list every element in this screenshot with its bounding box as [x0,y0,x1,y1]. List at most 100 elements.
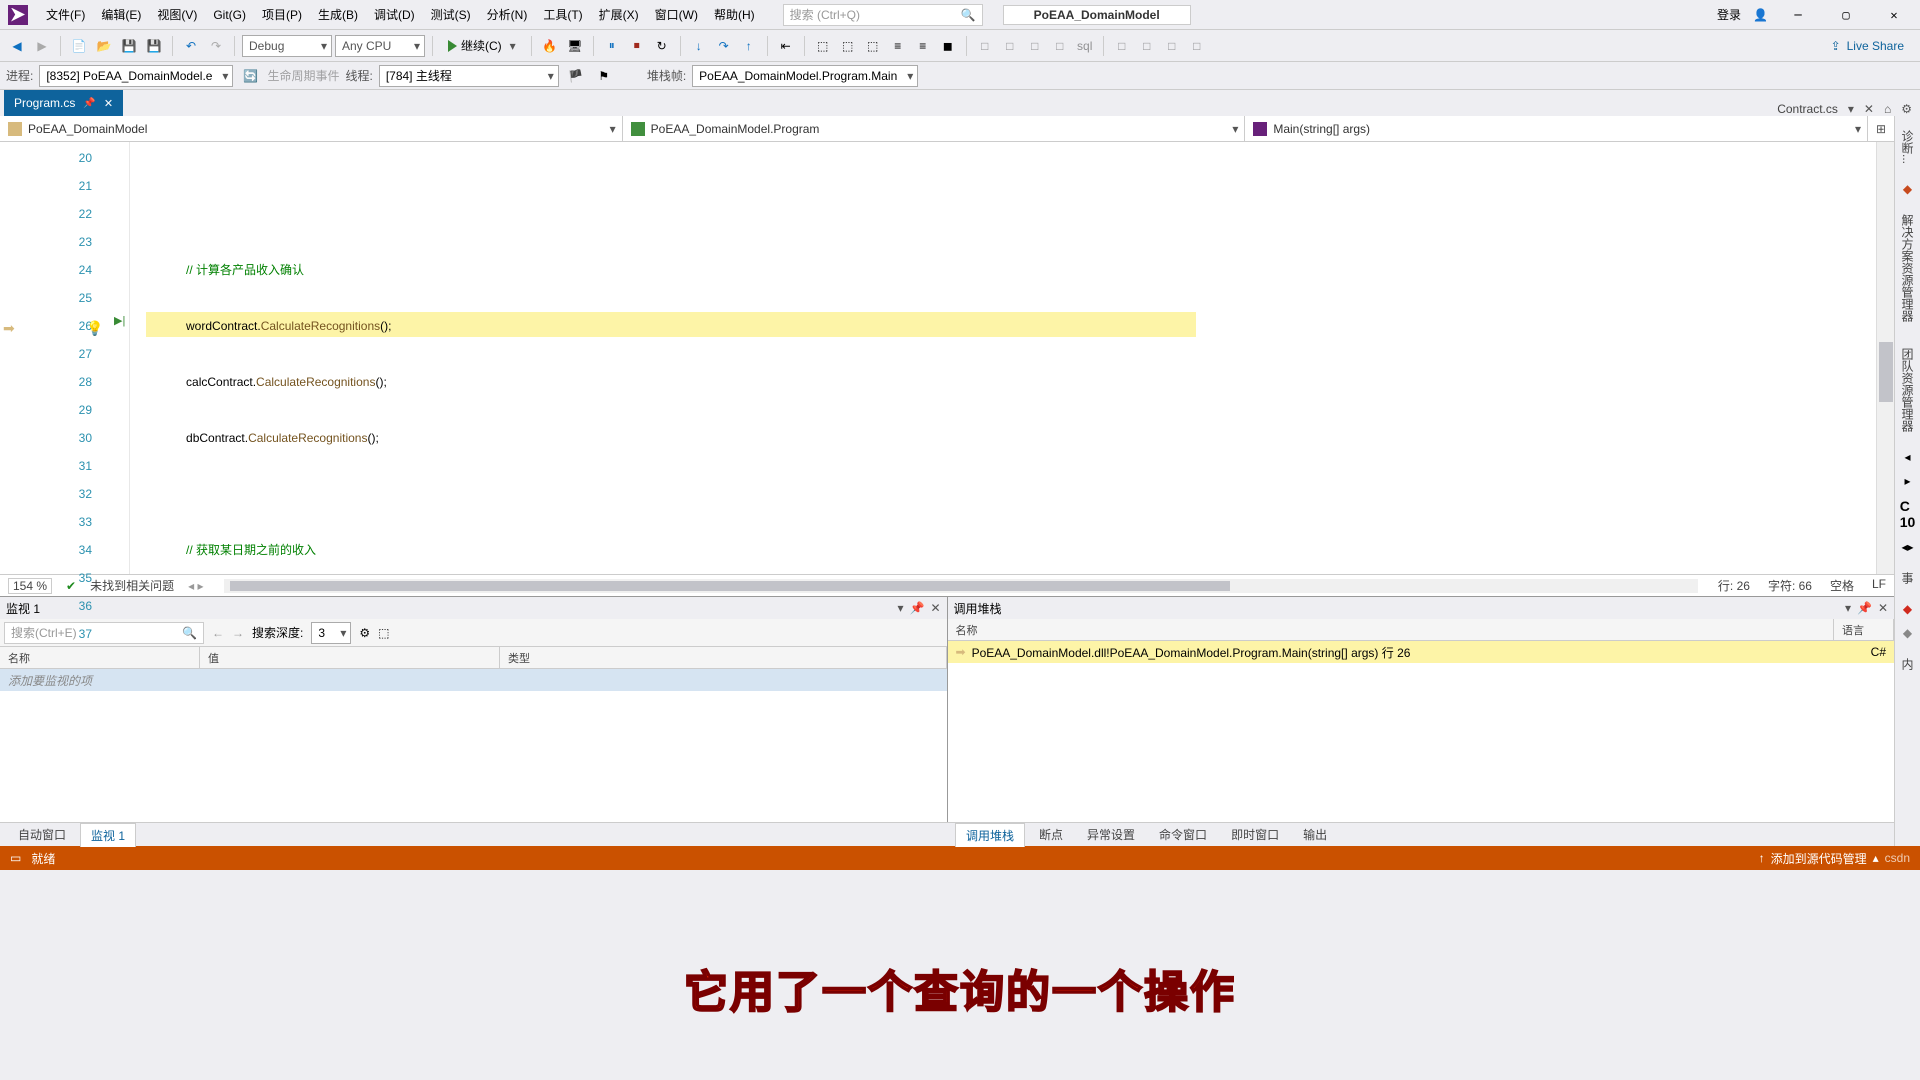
menu-project[interactable]: 项目(P) [254,2,310,27]
whitespace-mode[interactable]: 空格 [1830,577,1854,594]
thread-flag-icon[interactable]: 🏴 [565,65,587,87]
watch-grid[interactable]: 名称值类型 添加要监视的项 [0,647,947,822]
thread-filter-icon[interactable]: ⚑ [593,65,615,87]
step-out-button[interactable]: ↑ [738,35,760,57]
menu-build[interactable]: 生成(B) [310,2,366,27]
maximize-button[interactable]: ▢ [1828,1,1864,29]
continue-button[interactable]: 继续(C)▾ [440,35,524,57]
undo-button[interactable]: ↶ [180,35,202,57]
rail-nav-down-icon[interactable]: ▸ [1904,474,1910,488]
panel-dropdown-icon[interactable]: ▾ [1845,601,1851,615]
menu-help[interactable]: 帮助(H) [706,2,763,27]
rail-diag-icon[interactable]: ◆ [1903,182,1912,196]
depth-combo[interactable]: 3 [311,622,351,644]
pin-icon[interactable]: 📌 [83,98,95,109]
tab-dropdown-icon[interactable]: ▾ [1848,102,1854,116]
menu-edit[interactable]: 编辑(E) [93,2,149,27]
watch-tool-2[interactable]: ⬚ [378,626,389,640]
tb-icon-5[interactable]: ≡ [912,35,934,57]
col-name[interactable]: 名称 [948,619,1835,640]
menu-git[interactable]: Git(G) [205,4,254,26]
col-lang[interactable]: 语言 [1834,619,1894,640]
menu-window[interactable]: 窗口(W) [647,2,706,27]
nav-method[interactable]: Main(string[] args) [1245,116,1868,141]
panel-close-icon[interactable]: ✕ [1878,601,1888,615]
tab-close-all-icon[interactable]: ✕ [1864,102,1874,116]
stop-button[interactable]: ⏹ [626,35,648,57]
btab-immediate[interactable]: 即时窗口 [1221,823,1289,846]
callstack-frame-row[interactable]: ➡PoEAA_DomainModel.dll!PoEAA_DomainModel… [948,641,1895,663]
save-all-button[interactable]: 💾 [143,35,165,57]
rail-diagnostics[interactable]: 诊断... [1897,122,1918,172]
tb-icon-4[interactable]: ≡ [887,35,909,57]
solution-name[interactable]: PoEAA_DomainModel [1003,5,1191,25]
nav-fwd-button[interactable]: ▶ [31,35,53,57]
col-name[interactable]: 名称 [0,647,200,668]
config-combo[interactable]: Debug [242,35,332,57]
horizontal-scrollbar[interactable] [224,579,1698,593]
menu-debug[interactable]: 调试(D) [366,2,423,27]
nav-arrows[interactable]: ◂ ▸ [188,579,203,593]
rail-arrows-icon[interactable]: ◂▸ [1901,540,1913,554]
login-link[interactable]: 登录 [1717,6,1741,23]
menu-tools[interactable]: 工具(T) [535,2,590,27]
rail-team-explorer[interactable]: 团队资源管理器 [1897,340,1918,440]
rail-solution-explorer[interactable]: 解决方案资源管理器 [1897,206,1918,330]
platform-combo[interactable]: Any CPU [335,35,425,57]
new-item-button[interactable]: 📄 [68,35,90,57]
step-into-button[interactable]: ↓ [688,35,710,57]
pause-button[interactable]: ⏸ [601,35,623,57]
code-area[interactable]: // 计算各产品收入确认 wordContract.CalculateRecog… [130,142,1876,574]
btab-command[interactable]: 命令窗口 [1149,823,1217,846]
scroll-thumb[interactable] [1879,342,1893,402]
lightbulb-icon[interactable]: 💡 [86,314,103,342]
lifecycle-icon[interactable]: 🔄 [239,65,261,87]
col-value[interactable]: 值 [200,647,500,668]
panel-pin-icon[interactable]: 📌 [909,601,924,615]
btab-callstack[interactable]: 调用堆栈 [955,823,1025,847]
tb-icon-6[interactable]: ◼ [937,35,959,57]
quick-search[interactable]: 搜索 (Ctrl+Q) 🔍 [783,4,983,26]
minimize-button[interactable]: ─ [1780,1,1816,29]
step-over-button[interactable]: ↷ [713,35,735,57]
menu-test[interactable]: 测试(S) [423,2,479,27]
run-to-cursor-button[interactable]: ⇤ [775,35,797,57]
search-fwd-icon[interactable]: → [232,626,244,640]
rail-content[interactable]: 内 [1897,650,1918,678]
menu-analyze[interactable]: 分析(N) [479,2,536,27]
process-combo[interactable]: [8352] PoEAA_DomainModel.e [39,65,233,87]
btab-breakpoints[interactable]: 断点 [1029,823,1073,846]
panel-pin-icon[interactable]: 📌 [1857,601,1872,615]
close-button[interactable]: ✕ [1876,1,1912,29]
btab-autos[interactable]: 自动窗口 [8,823,76,846]
scm-dropdown-icon[interactable]: ▴ [1873,851,1879,865]
frame-combo[interactable]: PoEAA_DomainModel.Program.Main [692,65,918,87]
rail-nav-up-icon[interactable]: ◂ [1904,450,1910,464]
watch-add-row[interactable]: 添加要监视的项 [0,669,947,691]
code-editor[interactable]: ➡ 💡 202122232425262728293031323334353637… [0,142,1894,574]
tab-gear-icon[interactable]: ⚙ [1901,102,1912,116]
tab-home-icon[interactable]: ⌂ [1884,102,1891,116]
search-back-icon[interactable]: ← [212,626,224,640]
scm-link[interactable]: 添加到源代码管理 [1771,850,1867,867]
thread-combo[interactable]: [784] 主线程 [379,65,559,87]
open-button[interactable]: 📂 [93,35,115,57]
col-type[interactable]: 类型 [500,647,947,668]
btab-exceptions[interactable]: 异常设置 [1077,823,1145,846]
user-icon[interactable]: 👤 [1753,8,1768,22]
restart-button[interactable]: ↻ [651,35,673,57]
menu-view[interactable]: 视图(V) [149,2,205,27]
eol-mode[interactable]: LF [1872,577,1886,594]
btab-output[interactable]: 输出 [1293,823,1337,846]
nav-project[interactable]: PoEAA_DomainModel [0,116,623,141]
panel-dropdown-icon[interactable]: ▾ [897,601,903,615]
redo-button[interactable]: ↷ [205,35,227,57]
rail-events[interactable]: 事 [1897,564,1918,592]
nav-split-button[interactable]: ⊞ [1868,116,1894,141]
tb-icon-1[interactable]: ⬚ [812,35,834,57]
save-button[interactable]: 💾 [118,35,140,57]
watch-tool-1[interactable]: ⚙ [359,626,370,640]
vertical-scrollbar[interactable] [1876,142,1894,574]
browser-button[interactable]: 🖥 [564,35,586,57]
panel-close-icon[interactable]: ✕ [930,601,940,615]
